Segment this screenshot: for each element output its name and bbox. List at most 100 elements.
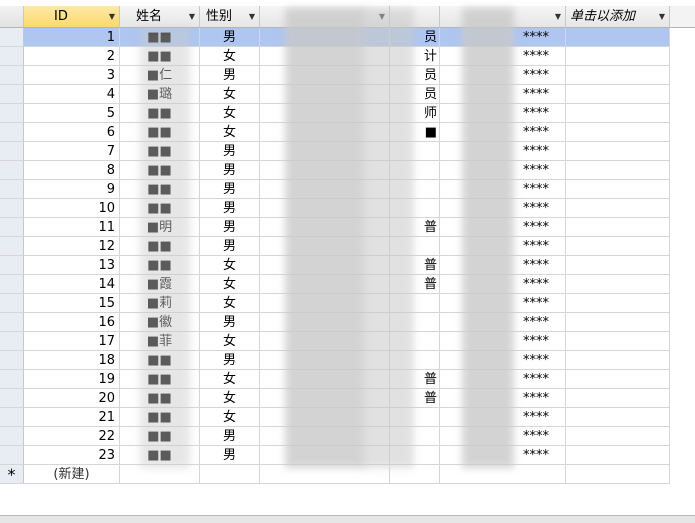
cell-gender[interactable]: 男: [200, 237, 260, 256]
cell-gender[interactable]: 女: [200, 85, 260, 104]
chevron-down-icon[interactable]: ▼: [109, 6, 115, 28]
row-selector[interactable]: [0, 275, 24, 294]
row-selector[interactable]: [0, 351, 24, 370]
cell-redacted[interactable]: [566, 275, 670, 294]
cell-id[interactable]: 17: [24, 332, 120, 351]
cell-gender[interactable]: 男: [200, 199, 260, 218]
cell-redacted[interactable]: [566, 446, 670, 465]
cell-redacted[interactable]: [566, 370, 670, 389]
row-selector[interactable]: [0, 66, 24, 85]
row-selector[interactable]: [0, 237, 24, 256]
row-selector[interactable]: [0, 142, 24, 161]
cell-redacted[interactable]: [566, 237, 670, 256]
cell-id[interactable]: 23: [24, 446, 120, 465]
cell-gender[interactable]: 女: [200, 294, 260, 313]
row-selector[interactable]: [0, 427, 24, 446]
cell-id[interactable]: 16: [24, 313, 120, 332]
row-selector[interactable]: [0, 123, 24, 142]
cell-id[interactable]: 22: [24, 427, 120, 446]
cell-id[interactable]: 20: [24, 389, 120, 408]
cell-gender[interactable]: 男: [200, 313, 260, 332]
cell-gender[interactable]: 女: [200, 275, 260, 294]
row-selector[interactable]: [0, 313, 24, 332]
cell-gender[interactable]: 男: [200, 28, 260, 47]
cell-redacted[interactable]: [566, 104, 670, 123]
cell-redacted[interactable]: [566, 256, 670, 275]
cell-id[interactable]: 10: [24, 199, 120, 218]
cell-redacted[interactable]: [566, 332, 670, 351]
cell-gender[interactable]: 女: [200, 408, 260, 427]
cell-id[interactable]: 14: [24, 275, 120, 294]
column-header-add[interactable]: 单击以添加 ▼: [566, 6, 670, 28]
new-record-cell[interactable]: [566, 465, 670, 484]
cell-redacted[interactable]: [566, 199, 670, 218]
cell-gender[interactable]: 男: [200, 180, 260, 199]
cell-gender[interactable]: 男: [200, 218, 260, 237]
cell-id[interactable]: 19: [24, 370, 120, 389]
cell-redacted[interactable]: [566, 427, 670, 446]
chevron-down-icon[interactable]: ▼: [659, 6, 665, 28]
chevron-down-icon[interactable]: ▼: [249, 6, 255, 28]
row-selector[interactable]: [0, 85, 24, 104]
row-selector[interactable]: [0, 161, 24, 180]
cell-redacted[interactable]: [566, 28, 670, 47]
row-selector[interactable]: [0, 389, 24, 408]
chevron-down-icon[interactable]: ▼: [555, 6, 561, 28]
cell-gender[interactable]: 女: [200, 370, 260, 389]
cell-redacted[interactable]: [566, 161, 670, 180]
new-record-cell[interactable]: [120, 465, 200, 484]
cell-id[interactable]: 11: [24, 218, 120, 237]
cell-gender[interactable]: 男: [200, 161, 260, 180]
cell-redacted[interactable]: [566, 351, 670, 370]
cell-id[interactable]: 7: [24, 142, 120, 161]
row-selector[interactable]: [0, 180, 24, 199]
cell-id[interactable]: 3: [24, 66, 120, 85]
cell-id[interactable]: 1: [24, 28, 120, 47]
cell-gender[interactable]: 男: [200, 66, 260, 85]
new-record-cell[interactable]: [200, 465, 260, 484]
cell-gender[interactable]: 女: [200, 256, 260, 275]
row-selector[interactable]: [0, 408, 24, 427]
row-selector[interactable]: [0, 370, 24, 389]
row-selector[interactable]: [0, 104, 24, 123]
cell-gender[interactable]: 男: [200, 446, 260, 465]
cell-redacted[interactable]: [566, 313, 670, 332]
cell-id[interactable]: 4: [24, 85, 120, 104]
cell-id[interactable]: 2: [24, 47, 120, 66]
cell-id[interactable]: 9: [24, 180, 120, 199]
new-record-row[interactable]: * (新建): [0, 465, 670, 484]
new-record-cell[interactable]: [390, 465, 440, 484]
cell-gender[interactable]: 男: [200, 351, 260, 370]
cell-redacted[interactable]: [566, 218, 670, 237]
cell-redacted[interactable]: [566, 123, 670, 142]
cell-redacted[interactable]: [566, 180, 670, 199]
row-selector[interactable]: [0, 199, 24, 218]
cell-gender[interactable]: 女: [200, 104, 260, 123]
cell-gender[interactable]: 女: [200, 389, 260, 408]
cell-id[interactable]: 18: [24, 351, 120, 370]
cell-redacted[interactable]: [566, 408, 670, 427]
cell-redacted[interactable]: [566, 389, 670, 408]
new-record-label[interactable]: (新建): [24, 465, 120, 484]
row-selector[interactable]: [0, 332, 24, 351]
column-header-name[interactable]: 姓名 ▼: [120, 6, 200, 28]
column-header-gender[interactable]: 性别 ▼: [200, 6, 260, 28]
column-header-id[interactable]: ID ▼: [24, 6, 120, 28]
cell-redacted[interactable]: [566, 47, 670, 66]
cell-redacted[interactable]: [566, 85, 670, 104]
cell-gender[interactable]: 女: [200, 332, 260, 351]
new-record-cell[interactable]: [440, 465, 566, 484]
cell-id[interactable]: 13: [24, 256, 120, 275]
row-selector[interactable]: [0, 28, 24, 47]
row-selector[interactable]: [0, 446, 24, 465]
new-record-cell[interactable]: [260, 465, 390, 484]
cell-gender[interactable]: 女: [200, 123, 260, 142]
row-selector[interactable]: [0, 218, 24, 237]
cell-id[interactable]: 15: [24, 294, 120, 313]
cell-id[interactable]: 12: [24, 237, 120, 256]
row-selector[interactable]: [0, 47, 24, 66]
cell-gender[interactable]: 男: [200, 427, 260, 446]
cell-redacted[interactable]: [566, 142, 670, 161]
cell-id[interactable]: 6: [24, 123, 120, 142]
cell-gender[interactable]: 男: [200, 142, 260, 161]
